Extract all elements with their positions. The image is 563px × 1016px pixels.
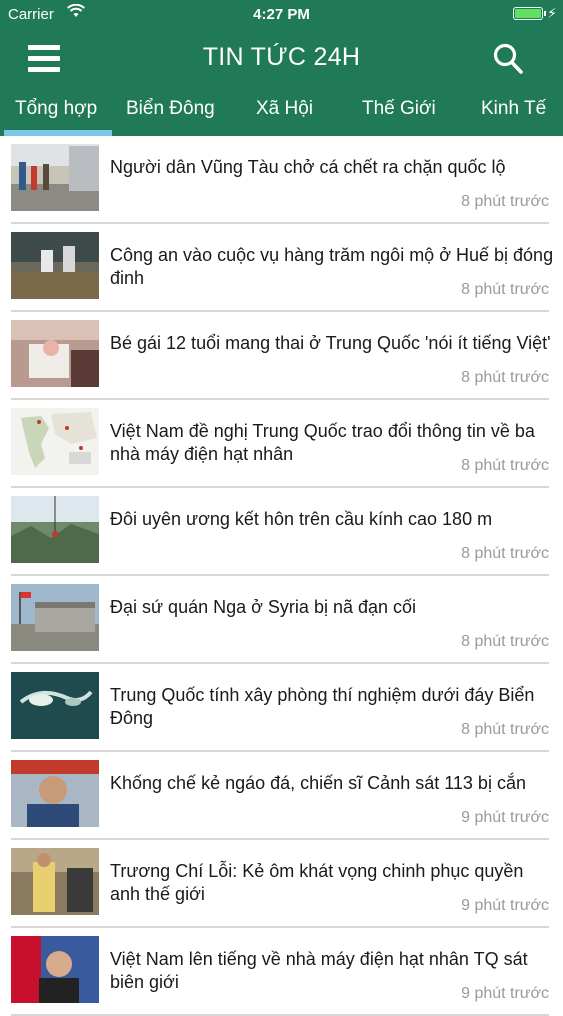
tab-tong-hop[interactable]: Tổng hợp (15, 98, 97, 120)
search-icon[interactable] (491, 42, 525, 76)
status-bar: Carrier 4:27 PM ⚡ (0, 0, 563, 30)
app-title: TIN TỨC 24H (202, 43, 361, 71)
news-item[interactable]: Bé gái 12 tuổi mang thai ở Trung Quốc 'n… (0, 312, 563, 400)
news-time: 9 phút trước (461, 985, 549, 1002)
news-thumbnail (11, 408, 99, 475)
news-item[interactable]: Việt Nam lên tiếng về nhà máy điện hạt n… (0, 928, 563, 1016)
news-time: 8 phút trước (461, 457, 549, 474)
news-thumbnail (11, 760, 99, 827)
news-time: 8 phút trước (461, 721, 549, 738)
news-headline: Đôi uyên ương kết hôn trên cầu kính cao … (110, 509, 493, 529)
news-time: 9 phút trước (461, 809, 549, 826)
battery-icon (513, 7, 543, 20)
news-time: 8 phút trước (461, 633, 549, 650)
news-item[interactable]: Trương Chí Lỗi: Kẻ ôm khát vọng chinh ph… (0, 840, 563, 928)
news-thumbnail (11, 584, 99, 651)
news-thumbnail (11, 672, 99, 739)
news-time: 8 phút trước (461, 545, 549, 562)
tab-kinh-te[interactable]: Kinh Tế (481, 98, 546, 120)
news-time: 8 phút trước (461, 369, 549, 386)
news-thumbnail (11, 232, 99, 299)
news-time: 8 phút trước (461, 193, 549, 210)
battery-tip (544, 11, 546, 16)
news-item[interactable]: Đôi uyên ương kết hôn trên cầu kính cao … (0, 488, 563, 576)
news-time: 8 phút trước (461, 281, 549, 298)
news-item[interactable]: Người dân Vũng Tàu chở cá chết ra chặn q… (0, 136, 563, 224)
news-thumbnail (11, 144, 99, 211)
charging-icon: ⚡ (547, 5, 557, 21)
category-tab-bar: Tổng hợp Biển Đông Xã Hội Thế Giới Kinh … (0, 88, 563, 136)
news-thumbnail (11, 320, 99, 387)
news-headline: Khống chế kẻ ngáo đá, chiến sĩ Cảnh sát … (110, 773, 526, 793)
news-thumbnail (11, 848, 99, 915)
news-item[interactable]: Công an vào cuộc vụ hàng trăm ngôi mộ ở … (0, 224, 563, 312)
news-headline: Người dân Vũng Tàu chở cá chết ra chặn q… (110, 157, 506, 177)
news-thumbnail (11, 936, 99, 1003)
tab-bien-dong[interactable]: Biển Đông (126, 98, 215, 120)
news-item[interactable]: Việt Nam đề nghị Trung Quốc trao đổi thô… (0, 400, 563, 488)
news-headline: Đại sứ quán Nga ở Syria bị nã đạn cối (110, 597, 417, 617)
news-time: 9 phút trước (461, 897, 549, 914)
tab-xa-hoi[interactable]: Xã Hội (256, 98, 313, 120)
nav-bar: TIN TỨC 24H (0, 30, 563, 88)
news-thumbnail (11, 496, 99, 563)
news-item[interactable]: Đại sứ quán Nga ở Syria bị nã đạn cối 8 … (0, 576, 563, 664)
clock: 4:27 PM (253, 6, 310, 23)
news-item[interactable]: Khống chế kẻ ngáo đá, chiến sĩ Cảnh sát … (0, 752, 563, 840)
news-headline: Bé gái 12 tuổi mang thai ở Trung Quốc 'n… (110, 333, 551, 353)
tab-the-gioi[interactable]: Thế Giới (362, 98, 436, 120)
news-item[interactable]: Trung Quốc tính xây phòng thí nghiệm dướ… (0, 664, 563, 752)
